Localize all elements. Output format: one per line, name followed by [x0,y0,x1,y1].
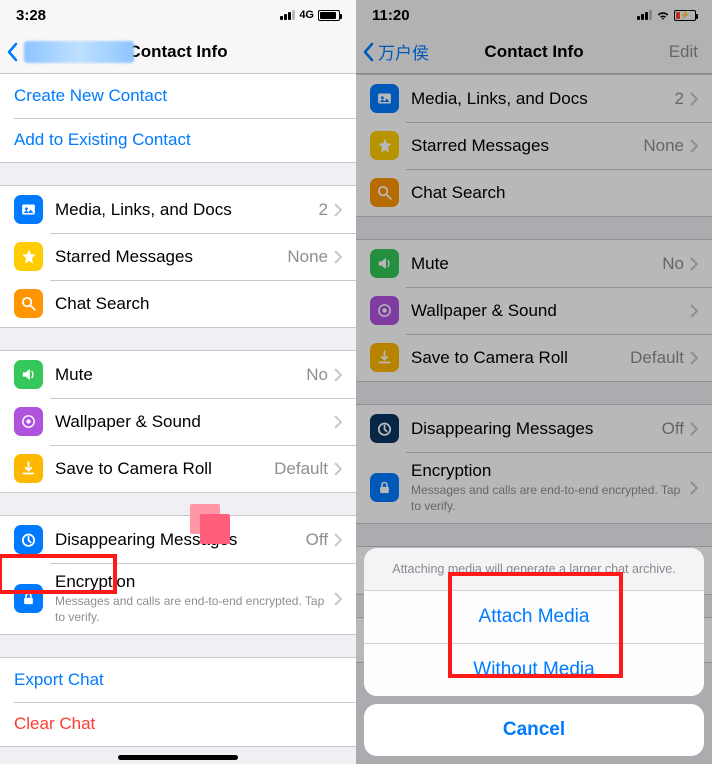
left-screenshot: 3:28 4G Contact Info Create New Contact … [0,0,356,764]
chevron-right-icon [334,415,342,429]
photos-icon [14,195,43,224]
starred-messages[interactable]: Starred Messages None [356,122,712,169]
speaker-icon [370,249,399,278]
timer-icon [370,414,399,443]
back-label: 万户侯 [378,39,429,64]
wallpaper-icon [14,407,43,436]
star-icon [14,242,43,271]
chevron-right-icon [690,92,698,106]
search-icon [370,178,399,207]
nav-title: Contact Info [128,42,227,62]
home-indicator [118,755,238,760]
chevron-right-icon [334,592,342,606]
media-links-docs[interactable]: Media, Links, and Docs 2 [0,186,356,233]
starred-messages[interactable]: Starred Messages None [0,233,356,280]
chat-search[interactable]: Chat Search [356,169,712,216]
chevron-right-icon [334,533,342,547]
battery-icon [318,10,340,21]
chevron-right-icon [690,481,698,495]
encryption[interactable]: Encryption Messages and calls are end-to… [0,563,356,634]
status-time: 11:20 [372,7,410,24]
battery-low-icon: ⚡ [674,10,696,21]
chat-search[interactable]: Chat Search [0,280,356,327]
add-to-existing-contact[interactable]: Add to Existing Contact [0,118,356,162]
disappearing-messages[interactable]: Disappearing Messages Off [356,405,712,452]
wallpaper-icon [370,296,399,325]
download-icon [14,454,43,483]
clear-chat[interactable]: Clear Chat [0,702,356,746]
speaker-icon [14,360,43,389]
chevron-back-icon [362,42,374,62]
chevron-right-icon [690,304,698,318]
chevron-right-icon [334,203,342,217]
star-icon [370,131,399,160]
back-button[interactable] [6,41,134,63]
attach-media-button[interactable]: Attach Media [364,590,704,643]
chevron-right-icon [690,257,698,271]
network-label: 4G [299,9,314,21]
chevron-right-icon [690,351,698,365]
right-screenshot: 11:20 ⚡ 万户侯 Contact Info Edit Media, Lin… [356,0,712,764]
chevron-right-icon [334,462,342,476]
save-to-camera-roll[interactable]: Save to Camera Roll Default [356,334,712,381]
wifi-icon [656,8,670,22]
status-bar: 11:20 ⚡ [356,0,712,30]
media-links-docs[interactable]: Media, Links, and Docs 2 [356,75,712,122]
signal-icon [280,10,295,20]
signal-icon [637,10,652,20]
nav-bar: Contact Info [0,30,356,74]
cancel-button[interactable]: Cancel [364,704,704,756]
chevron-right-icon [334,368,342,382]
search-icon [14,289,43,318]
status-bar: 3:28 4G [0,0,356,30]
export-chat[interactable]: Export Chat [0,658,356,702]
status-time: 3:28 [16,7,46,24]
back-button[interactable]: 万户侯 [362,39,429,64]
wallpaper-sound[interactable]: Wallpaper & Sound [356,287,712,334]
chevron-back-icon [6,42,18,62]
lock-icon [370,473,399,502]
contact-name-blurred [24,41,134,63]
without-media-button[interactable]: Without Media [364,643,704,696]
nav-bar: 万户侯 Contact Info Edit [356,30,712,74]
chevron-right-icon [334,250,342,264]
download-icon [370,343,399,372]
photos-icon [370,84,399,113]
action-sheet: Attaching media will generate a larger c… [364,548,704,756]
sheet-message: Attaching media will generate a larger c… [364,548,704,590]
mute[interactable]: Mute No [356,240,712,287]
chevron-right-icon [690,139,698,153]
timer-icon [14,525,43,554]
encryption[interactable]: Encryption Messages and calls are end-to… [356,452,712,523]
save-to-camera-roll[interactable]: Save to Camera Roll Default [0,445,356,492]
lock-icon [14,584,43,613]
mute[interactable]: Mute No [0,351,356,398]
create-new-contact[interactable]: Create New Contact [0,74,356,118]
edit-button[interactable]: Edit [669,42,698,62]
chevron-right-icon [690,422,698,436]
disappearing-messages[interactable]: Disappearing Messages Off [0,516,356,563]
nav-title: Contact Info [484,42,583,62]
wallpaper-sound[interactable]: Wallpaper & Sound [0,398,356,445]
